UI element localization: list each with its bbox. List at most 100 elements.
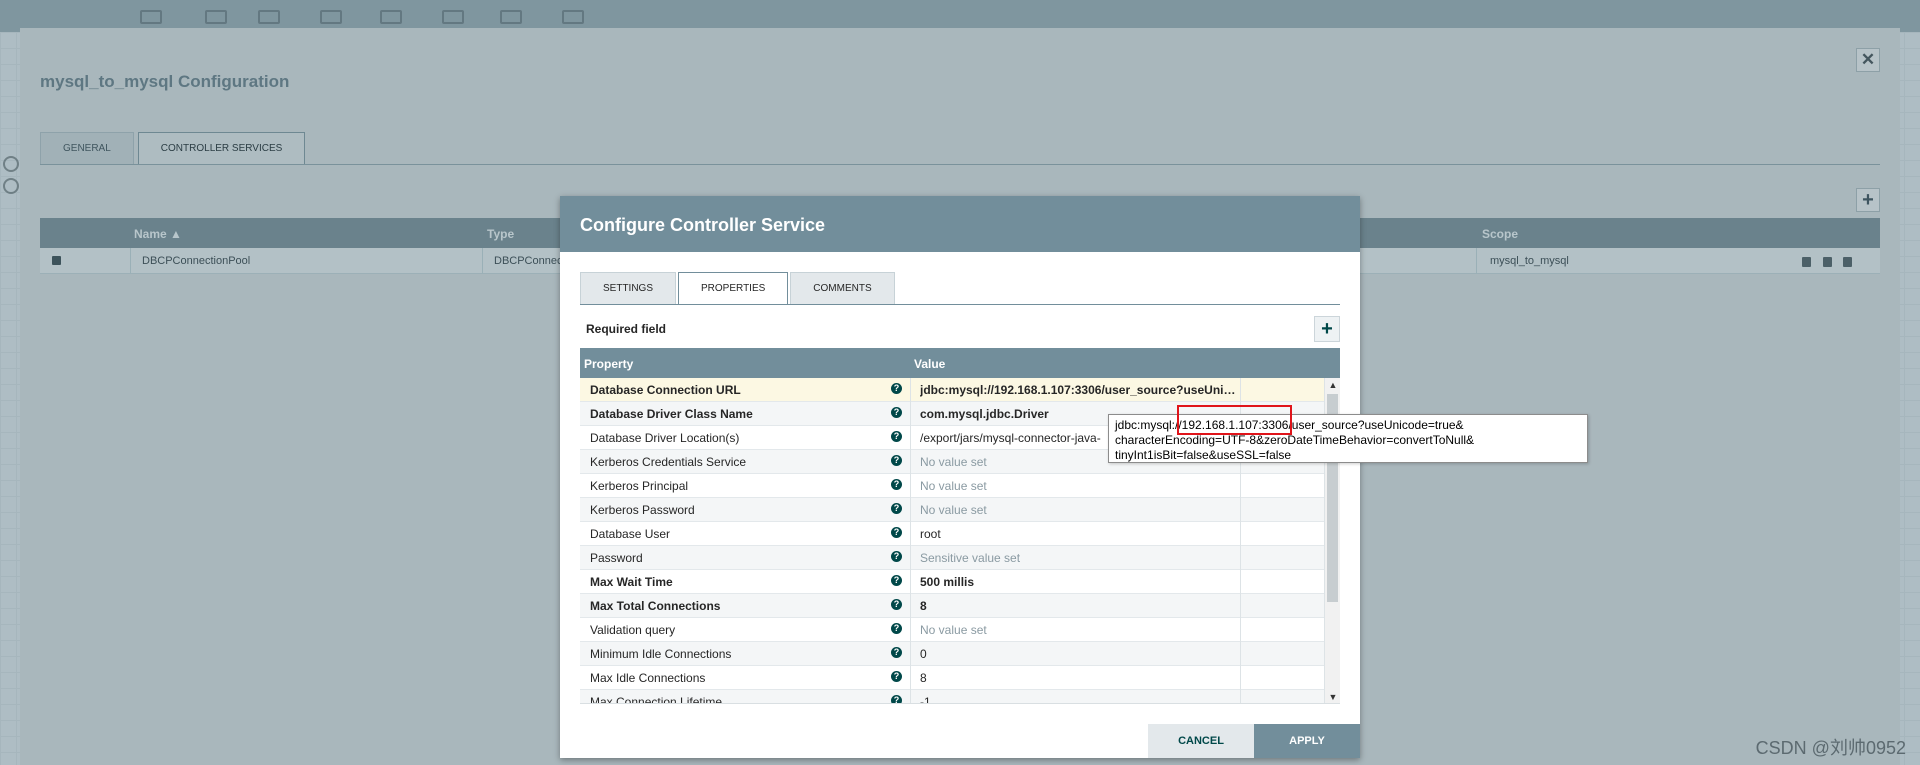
property-value[interactable]: root — [920, 527, 1236, 541]
navigate-palette — [0, 150, 22, 200]
tab-general[interactable]: GENERAL — [40, 132, 134, 164]
help-icon[interactable]: ? — [891, 383, 902, 394]
tab-controller-services[interactable]: CONTROLLER SERVICES — [137, 132, 306, 165]
property-row[interactable]: Kerberos Password? No value set — [580, 498, 1340, 522]
property-row[interactable]: Database Connection URL? jdbc:mysql://192… — [580, 378, 1340, 402]
scroll-up-icon[interactable]: ▲ — [1328, 380, 1338, 390]
property-value[interactable]: jdbc:mysql://192.168.1.107:3306/user_sou… — [920, 383, 1236, 397]
help-icon[interactable]: ? — [891, 623, 902, 634]
tooltip-line: tinyInt1isBit=false&useSSL=false — [1115, 448, 1292, 462]
help-icon[interactable]: ? — [891, 551, 902, 562]
apply-button[interactable]: APPLY — [1254, 724, 1360, 758]
property-name: Database Driver Location(s) — [590, 431, 740, 445]
help-icon[interactable]: ? — [891, 431, 902, 442]
property-name: Database Driver Class Name — [590, 407, 753, 421]
column-divider — [1240, 690, 1241, 703]
processor-tool-icon — [140, 10, 162, 24]
template-tool-icon — [500, 10, 522, 24]
column-divider — [910, 642, 911, 666]
column-divider — [1240, 546, 1241, 570]
property-row[interactable]: Max Idle Connections? 8 — [580, 666, 1340, 690]
help-icon[interactable]: ? — [891, 647, 902, 658]
usage-icon[interactable] — [52, 256, 61, 265]
property-name: Validation query — [590, 623, 676, 637]
tab-settings[interactable]: SETTINGS — [580, 272, 677, 304]
column-divider — [910, 690, 911, 703]
tab-comments[interactable]: COMMENTS — [790, 272, 895, 304]
column-divider — [910, 594, 911, 618]
close-icon[interactable]: ✕ — [1856, 48, 1880, 72]
property-value[interactable]: Sensitive value set — [920, 551, 1236, 565]
column-divider — [1240, 666, 1241, 690]
watermark: CSDN @刘帅0952 — [1755, 738, 1906, 758]
help-icon[interactable]: ? — [891, 455, 902, 466]
add-property-button[interactable]: + — [1314, 316, 1340, 342]
operate-icon — [3, 178, 19, 194]
cancel-button[interactable]: CANCEL — [1148, 724, 1254, 758]
property-value[interactable]: -1 — [920, 695, 1236, 703]
property-name: Max Idle Connections — [590, 671, 706, 685]
cell-divider — [1476, 248, 1477, 274]
property-value[interactable]: No value set — [920, 479, 1236, 493]
property-value[interactable]: 8 — [920, 599, 1236, 613]
add-controller-service-button[interactable]: + — [1856, 188, 1880, 212]
column-divider — [910, 546, 911, 570]
column-divider — [910, 450, 911, 474]
output-port-tool-icon — [258, 10, 280, 24]
enable-bolt-icon[interactable] — [1822, 257, 1832, 267]
property-name: Kerberos Password — [590, 503, 695, 517]
help-icon[interactable]: ? — [891, 527, 902, 538]
property-row[interactable]: Minimum Idle Connections? 0 — [580, 642, 1340, 666]
help-icon[interactable]: ? — [891, 407, 902, 418]
help-icon[interactable]: ? — [891, 671, 902, 682]
column-divider — [910, 402, 911, 426]
property-row[interactable]: Password? Sensitive value set — [580, 546, 1340, 570]
navigate-icon — [3, 156, 19, 172]
property-value[interactable]: 500 millis — [920, 575, 1236, 589]
property-row[interactable]: Kerberos Principal? No value set — [580, 474, 1340, 498]
column-divider — [910, 666, 911, 690]
property-value[interactable]: No value set — [920, 623, 1236, 637]
help-icon[interactable]: ? — [891, 599, 902, 610]
property-name: Database Connection URL — [590, 383, 741, 397]
property-row[interactable]: Database User? root — [580, 522, 1340, 546]
tab-properties[interactable]: PROPERTIES — [678, 272, 789, 305]
property-name: Password — [590, 551, 643, 565]
property-row[interactable]: Max Total Connections? 8 — [580, 594, 1340, 618]
process-group-tool-icon — [320, 10, 342, 24]
scroll-down-icon[interactable]: ▼ — [1328, 692, 1338, 702]
help-icon[interactable]: ? — [891, 575, 902, 586]
help-icon[interactable]: ? — [891, 695, 902, 703]
remote-group-tool-icon — [380, 10, 402, 24]
property-name: Kerberos Credentials Service — [590, 455, 747, 469]
dialog-tabs: SETTINGS PROPERTIES COMMENTS — [580, 272, 897, 305]
column-divider — [1240, 498, 1241, 522]
configure-controller-service-dialog: Configure Controller Service SETTINGS PR… — [560, 196, 1360, 758]
dialog-title: Configure Controller Service — [560, 196, 1360, 252]
tabs-divider — [40, 164, 1880, 165]
trash-icon[interactable] — [1843, 257, 1852, 267]
help-icon[interactable]: ? — [891, 479, 902, 490]
service-name: DBCPConnectionPool — [142, 255, 251, 267]
property-row[interactable]: Max Connection Lifetime? -1 — [580, 690, 1340, 703]
row-actions — [1795, 254, 1852, 272]
property-row[interactable]: Validation query? No value set — [580, 618, 1340, 642]
page-title: mysql_to_mysql Configuration — [40, 72, 290, 91]
property-value[interactable]: 8 — [920, 671, 1236, 685]
column-header-type[interactable]: Type — [487, 227, 514, 241]
funnel-tool-icon — [442, 10, 464, 24]
column-header-value: Value — [914, 357, 946, 371]
column-divider — [910, 378, 911, 402]
property-row[interactable]: Max Wait Time? 500 millis — [580, 570, 1340, 594]
property-name: Max Wait Time — [590, 575, 673, 589]
property-name: Kerberos Principal — [590, 479, 689, 493]
property-value[interactable]: No value set — [920, 503, 1236, 517]
column-header-scope[interactable]: Scope — [1482, 227, 1518, 241]
column-divider — [910, 618, 911, 642]
gear-icon[interactable] — [1802, 257, 1812, 267]
column-divider — [1240, 522, 1241, 546]
column-header-name[interactable]: Name ▲ — [134, 227, 182, 241]
property-value[interactable]: 0 — [920, 647, 1236, 661]
property-name: Max Total Connections — [590, 599, 721, 613]
help-icon[interactable]: ? — [891, 503, 902, 514]
